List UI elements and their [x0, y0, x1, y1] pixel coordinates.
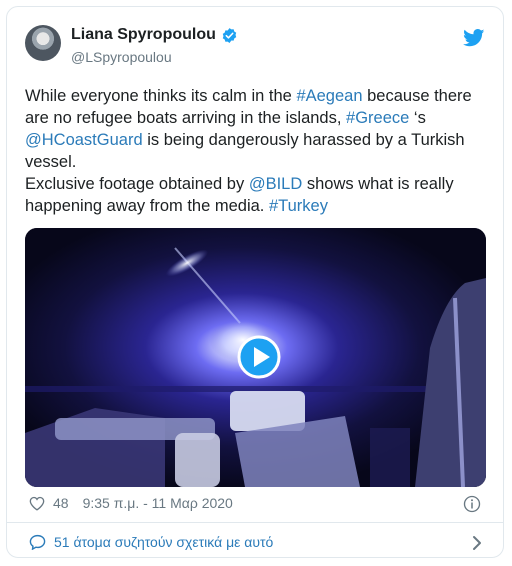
discussion-count-label[interactable]: 51 άτομα συζητούν σχετικά με αυτό	[54, 534, 273, 550]
comment-bubble-icon	[29, 534, 46, 550]
play-icon[interactable]	[237, 335, 281, 379]
author-name-row[interactable]: Liana Spyropoulou	[71, 26, 238, 44]
chevron-right-icon[interactable]	[471, 535, 483, 551]
hashtag-turkey-link[interactable]: #Turkey	[269, 197, 328, 215]
divider	[7, 522, 503, 523]
discussion-link[interactable]: 51 άτομα συζητούν σχετικά με αυτό	[29, 534, 273, 550]
tweet-meta: 48 9:35 π.μ. - 11 Μαρ 2020	[29, 495, 233, 511]
info-icon[interactable]	[463, 495, 481, 513]
hashtag-greece-link[interactable]: #Greece	[346, 109, 409, 127]
tweet-text-segment: While everyone thinks its calm in the	[25, 87, 297, 105]
heart-icon[interactable]	[29, 496, 45, 511]
avatar[interactable]	[25, 25, 61, 61]
tweet-text-segment: ‘s	[409, 109, 431, 127]
hashtag-aegean-link[interactable]: #Aegean	[296, 87, 362, 105]
author-display-name[interactable]: Liana Spyropoulou	[71, 26, 216, 44]
twitter-bird-icon[interactable]	[463, 29, 485, 47]
mention-hcoastguard-link[interactable]: @HCoastGuard	[25, 131, 143, 149]
tweet-text: While everyone thinks its calm in the #A…	[25, 85, 487, 217]
verified-badge-icon	[222, 27, 237, 43]
author-handle[interactable]: @LSpyropoulou	[71, 49, 172, 65]
tweet-card: Liana Spyropoulou @LSpyropoulou While ev…	[6, 6, 504, 558]
like-count[interactable]: 48	[53, 495, 69, 511]
mention-bild-link[interactable]: @BILD	[249, 175, 302, 193]
timestamp[interactable]: 9:35 π.μ. - 11 Μαρ 2020	[83, 495, 233, 511]
